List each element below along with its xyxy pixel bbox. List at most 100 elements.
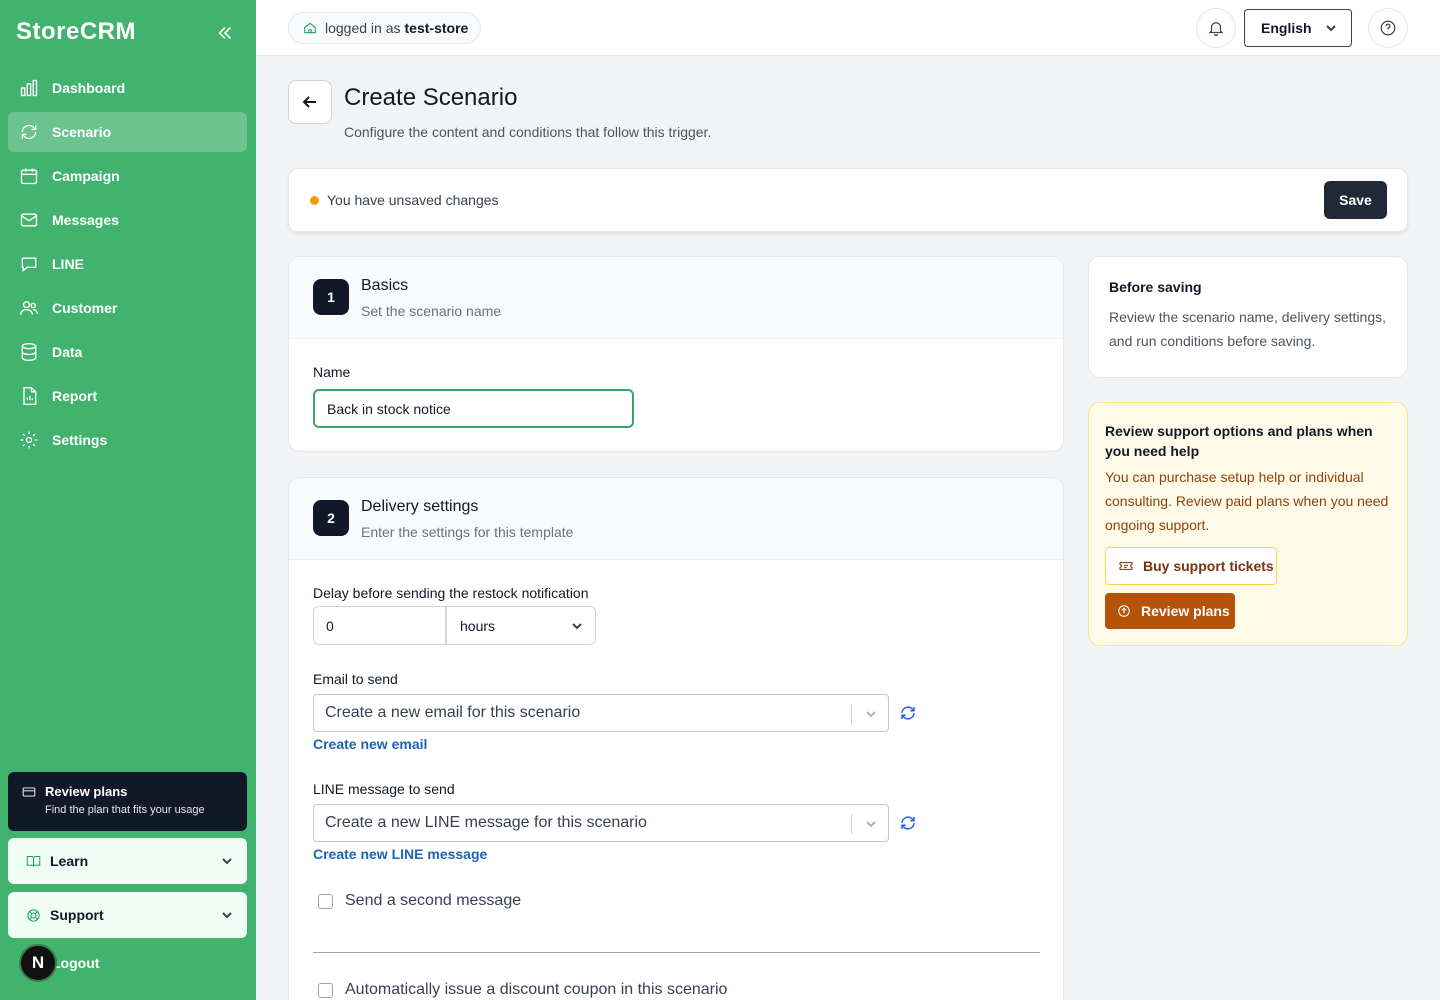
before-saving-desc: Review the scenario name, delivery setti…: [1109, 309, 1387, 349]
delay-unit-select[interactable]: hours: [446, 606, 596, 645]
sidebar-item-label: LINE: [52, 256, 84, 272]
calendar-icon: [18, 165, 40, 187]
logout-link[interactable]: Logout: [52, 955, 99, 971]
learn-accordion[interactable]: Learn: [8, 838, 247, 884]
delivery-title: Delivery settings: [361, 498, 479, 515]
notifications-button[interactable]: [1196, 8, 1236, 48]
email-select[interactable]: Create a new email for this scenario: [313, 694, 889, 732]
refresh-icon: [18, 121, 40, 143]
logged-in-prefix: logged in as: [325, 20, 401, 36]
database-icon: [18, 341, 40, 363]
sidebar-item-label: Dashboard: [52, 80, 126, 96]
top-bar: logged in as test-store English: [256, 0, 1440, 56]
bar-chart-icon: [18, 77, 40, 99]
learn-label: Learn: [50, 853, 89, 869]
home-icon: [304, 22, 316, 34]
chevron-down-icon: [222, 912, 232, 919]
support-title: Review support options and plans when yo…: [1105, 423, 1373, 459]
promo-title: Review plans: [45, 784, 128, 799]
divider: [313, 952, 1040, 953]
back-button[interactable]: [288, 80, 332, 124]
logged-in-chip: logged in as test-store: [288, 12, 482, 44]
gear-icon: [18, 429, 40, 451]
name-input[interactable]: Back in stock notice: [313, 389, 634, 428]
sidebar-item-line[interactable]: LINE: [8, 244, 247, 284]
help-icon: [1380, 20, 1396, 36]
before-saving-card: Before saving Review the scenario name, …: [1088, 256, 1408, 378]
delay-label: Delay before sending the restock notific…: [313, 585, 589, 601]
lifebuoy-icon: [27, 908, 40, 922]
sidebar: StoreCRM Dashboard Scenario Campaign Mes…: [0, 0, 256, 1000]
refresh-line-button[interactable]: [899, 814, 917, 832]
select-separator: [851, 814, 852, 834]
sidebar-item-label: Scenario: [52, 124, 112, 140]
name-label: Name: [313, 364, 351, 380]
chevron-down-icon: [1326, 25, 1336, 32]
promo-subtitle: Find the plan that fits your usage: [45, 804, 205, 816]
unsaved-changes-bar: You have unsaved changes Save: [288, 168, 1408, 232]
chevron-down-icon: [222, 858, 232, 865]
line-label: LINE message to send: [313, 781, 455, 797]
sidebar-item-data[interactable]: Data: [8, 332, 247, 372]
sidebar-item-settings[interactable]: Settings: [8, 420, 247, 460]
collapse-sidebar-icon[interactable]: [216, 24, 234, 42]
help-button[interactable]: [1368, 8, 1408, 48]
sidebar-item-campaign[interactable]: Campaign: [8, 156, 247, 196]
delivery-header: 2 Delivery settings Enter the settings f…: [289, 478, 1063, 560]
chat-icon: [18, 253, 40, 275]
chevron-down-icon: [866, 711, 876, 718]
save-button[interactable]: Save: [1324, 181, 1387, 219]
step-number: 1: [313, 279, 349, 315]
sidebar-item-scenario[interactable]: Scenario: [8, 112, 247, 152]
avatar[interactable]: N: [19, 944, 57, 982]
sidebar-item-label: Report: [52, 388, 98, 404]
language-select[interactable]: English: [1244, 9, 1352, 47]
sidebar-item-customer[interactable]: Customer: [8, 288, 247, 328]
review-plans-button[interactable]: Review plans: [1105, 593, 1235, 629]
refresh-emails-button[interactable]: [899, 704, 917, 722]
tickets-label: Buy support tickets: [1143, 558, 1274, 574]
basics-header: 1 Basics Set the scenario name: [289, 257, 1063, 339]
sidebar-item-label: Messages: [52, 212, 119, 228]
page-subtitle: Configure the content and conditions tha…: [344, 124, 712, 140]
support-label: Support: [50, 907, 104, 923]
arrow-left-icon: [302, 96, 316, 108]
line-select-value: Create a new LINE message for this scena…: [325, 814, 647, 831]
support-accordion[interactable]: Support: [8, 892, 247, 938]
create-new-line-link[interactable]: Create new LINE message: [313, 846, 487, 862]
sidebar-item-label: Settings: [52, 432, 108, 448]
chevron-down-icon: [866, 821, 876, 828]
sidebar-item-messages[interactable]: Messages: [8, 200, 247, 240]
basics-subtitle: Set the scenario name: [361, 303, 502, 319]
users-icon: [18, 297, 40, 319]
delivery-subtitle: Enter the settings for this template: [361, 524, 574, 540]
chevron-down-icon: [572, 622, 582, 629]
buy-support-tickets-button[interactable]: Buy support tickets: [1105, 547, 1277, 585]
basics-card: 1 Basics Set the scenario name Name Back…: [288, 256, 1064, 452]
delay-input[interactable]: 0: [313, 606, 446, 645]
checkbox[interactable]: [318, 982, 333, 998]
coupon-label: Automatically issue a discount coupon in…: [345, 981, 728, 998]
second-message-checkbox[interactable]: Send a second message: [318, 892, 521, 910]
refresh-icon: [901, 706, 915, 720]
status-dot: [310, 196, 319, 205]
arrow-up-circle-icon: [1118, 605, 1130, 617]
create-new-email-link[interactable]: Create new email: [313, 736, 427, 752]
before-saving-title: Before saving: [1109, 279, 1202, 295]
brand-logo[interactable]: StoreCRM: [16, 18, 136, 46]
email-label: Email to send: [313, 671, 398, 687]
book-icon: [26, 855, 41, 867]
coupon-checkbox[interactable]: Automatically issue a discount coupon in…: [318, 981, 727, 999]
email-select-value: Create a new email for this scenario: [325, 704, 581, 721]
sidebar-item-dashboard[interactable]: Dashboard: [8, 68, 247, 108]
support-desc: You can purchase setup help or individua…: [1105, 469, 1389, 533]
review-plans-promo[interactable]: Review plans Find the plan that fits you…: [8, 772, 247, 831]
basics-title: Basics: [361, 277, 409, 294]
refresh-icon: [901, 816, 915, 830]
checkbox[interactable]: [318, 893, 333, 909]
sidebar-nav: Dashboard Scenario Campaign Messages LIN…: [8, 68, 247, 464]
bell-icon: [1208, 22, 1224, 37]
plans-label: Review plans: [1141, 603, 1230, 619]
line-select[interactable]: Create a new LINE message for this scena…: [313, 804, 889, 842]
sidebar-item-report[interactable]: Report: [8, 376, 247, 416]
